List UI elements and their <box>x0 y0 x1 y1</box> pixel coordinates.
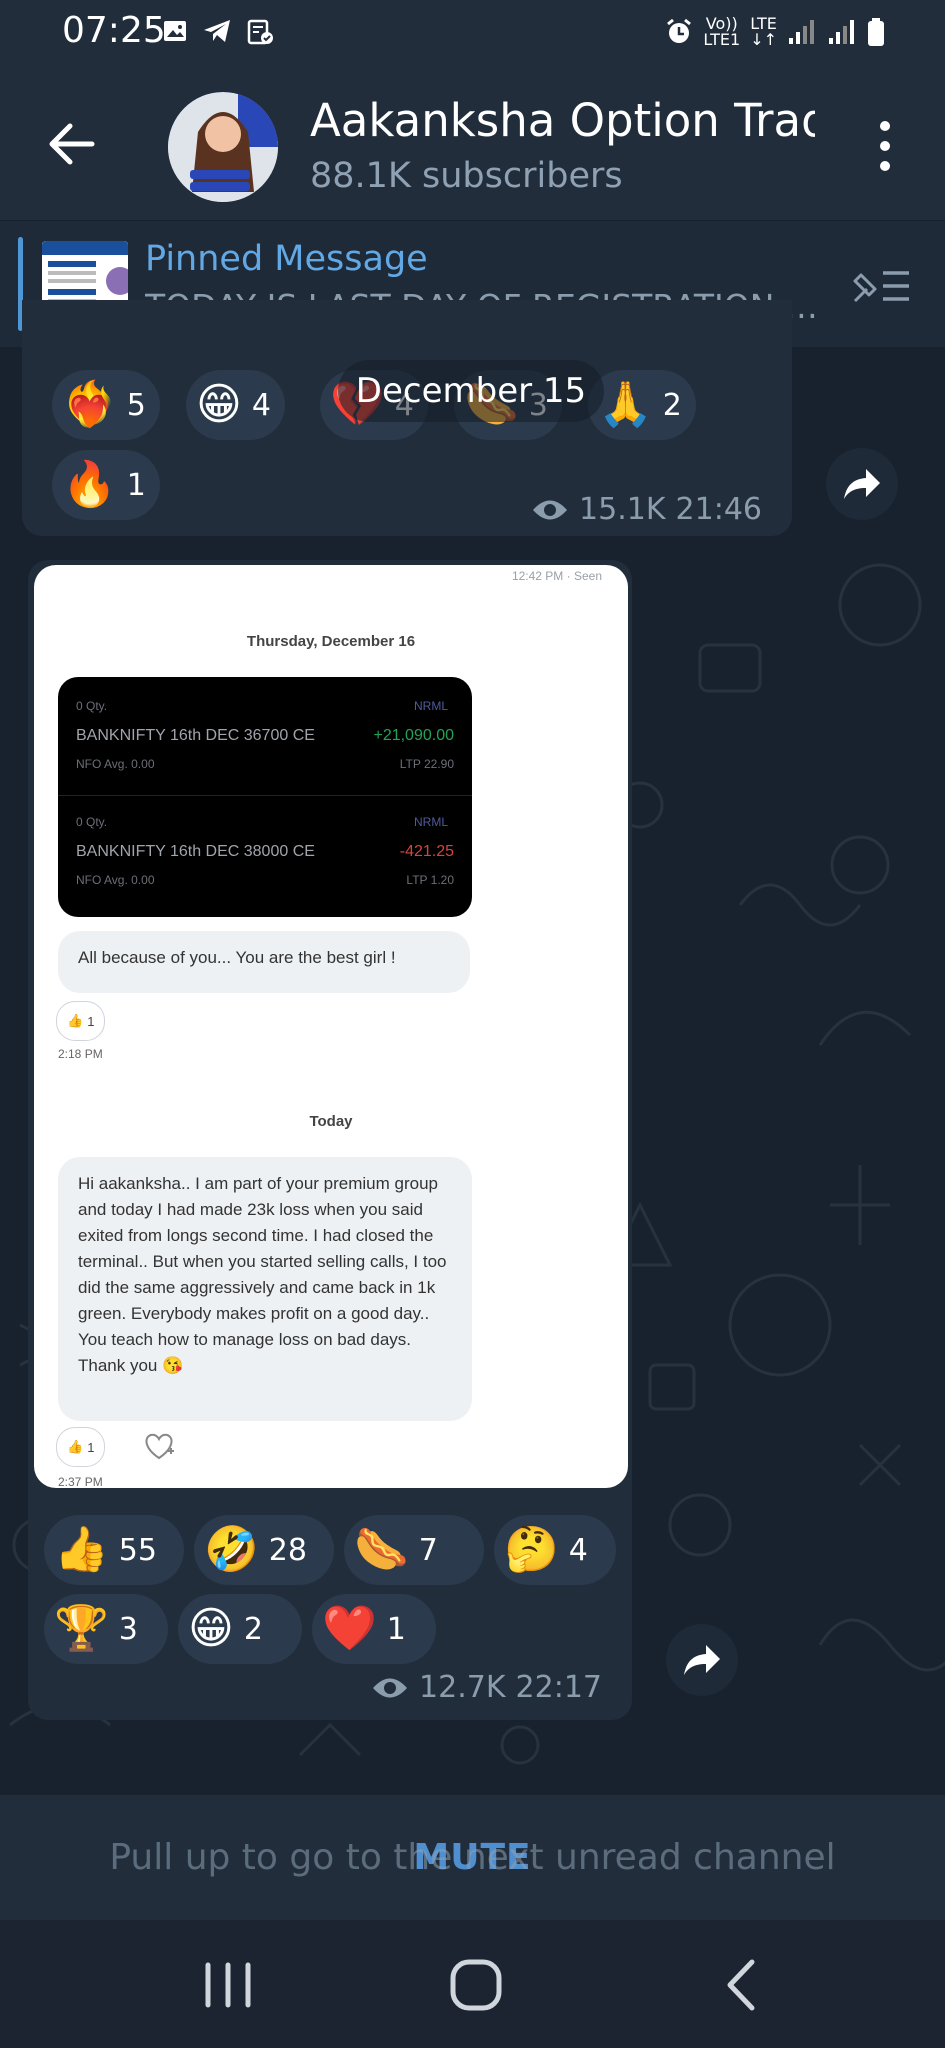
battery-icon <box>868 18 884 46</box>
recent-apps-icon[interactable] <box>188 1950 268 2020</box>
signal-icon-1 <box>789 20 814 44</box>
shot-time: 2:18 PM <box>58 1047 103 1061</box>
home-icon[interactable] <box>436 1950 516 2020</box>
positions-card: 0 Qty. BANKNIFTY 16th DEC 36700 CE NFO A… <box>58 677 472 917</box>
share-button[interactable] <box>826 448 898 520</box>
shot-time: 2:37 PM <box>58 1475 103 1488</box>
fire-heart-emoji: ❤️‍🔥 <box>62 379 117 430</box>
reaction-chip[interactable]: ❤️‍🔥 5 <box>52 370 160 440</box>
thinking-emoji: 🤔 <box>504 1524 559 1575</box>
reaction-chip[interactable]: 🙏 2 <box>588 370 696 440</box>
pray-emoji: 🙏 <box>598 379 653 430</box>
shot-like-chip: 👍 1 <box>56 1427 106 1467</box>
floating-date: December 15 <box>338 360 604 422</box>
views-eye-icon <box>373 1678 408 1697</box>
thumbs-up-emoji: 👍 <box>54 1524 109 1575</box>
channel-avatar[interactable] <box>168 92 278 202</box>
message-meta: 12.7K 22:17 <box>371 1670 602 1705</box>
channel-title[interactable]: Aakanksha Option Tradi <box>310 94 815 147</box>
message-time: 21:46 <box>675 492 762 527</box>
grin-emoji: 😁 <box>196 379 242 430</box>
shot-day-label: Thursday, December 16 <box>246 633 416 650</box>
reaction-chip[interactable]: 😁 4 <box>186 370 285 440</box>
alarm-icon <box>667 18 692 43</box>
shot-day-label: Today <box>309 1113 353 1130</box>
trophy-emoji: 🏆 <box>54 1603 109 1654</box>
rofl-emoji: 🤣 <box>204 1524 259 1575</box>
red-heart-emoji: ❤️ <box>322 1603 377 1654</box>
message-time: 22:17 <box>515 1670 602 1705</box>
view-count: 12.7K <box>419 1670 506 1705</box>
notes-check-icon <box>247 19 273 45</box>
bottom-bar: MUTE Pull up to go to the next unread ch… <box>0 1795 945 1920</box>
reaction-chip[interactable]: 🔥 1 <box>52 450 160 520</box>
views-eye-icon <box>533 500 568 519</box>
telegram-icon <box>204 20 230 42</box>
share-arrow-icon <box>684 1645 720 1675</box>
reaction-chip[interactable]: 🤣 28 <box>194 1515 334 1585</box>
shot-like-chip: 👍 1 <box>56 1001 106 1041</box>
thumbs-up-emoji: 👍 <box>67 1013 84 1028</box>
lte-indicator: LTE ↓↑ <box>750 14 777 49</box>
pinned-list-icon[interactable] <box>847 261 913 311</box>
message-meta: 15.1K 21:46 <box>531 492 762 527</box>
view-count: 15.1K <box>579 492 666 527</box>
shot-message: All because of you... You are the best g… <box>58 931 470 993</box>
status-bar: 07:25 Vo)) LTE1 LTE ↓↑ <box>0 0 945 72</box>
back-arrow-icon[interactable] <box>44 116 100 172</box>
reaction-chip[interactable]: 👍 55 <box>44 1515 184 1585</box>
status-time: 07:25 <box>62 10 166 51</box>
share-arrow-icon <box>844 469 880 499</box>
subscriber-count: 88.1K subscribers <box>310 156 623 196</box>
gallery-icon <box>164 21 186 41</box>
position-row: 0 Qty. BANKNIFTY 16th DEC 38000 CE NFO A… <box>76 815 454 887</box>
fire-emoji: 🔥 <box>62 459 117 510</box>
position-row: 0 Qty. BANKNIFTY 16th DEC 36700 CE NFO A… <box>76 699 454 771</box>
chat-header: Aakanksha Option Tradi 88.1K subscribers <box>0 72 945 220</box>
reaction-chip[interactable]: 😁 2 <box>178 1594 302 1664</box>
reaction-chip[interactable]: ❤️ 1 <box>312 1594 436 1664</box>
shot-seen-time: 12:42 PM · Seen <box>511 569 602 583</box>
back-nav-icon[interactable] <box>702 1950 782 2020</box>
pull-up-hint: Pull up to go to the next unread channel <box>109 1837 836 1878</box>
more-vert-icon[interactable] <box>867 116 903 176</box>
reaction-chip[interactable]: 🌭 7 <box>344 1515 484 1585</box>
thumbs-up-emoji: 👍 <box>67 1439 84 1454</box>
grin-emoji: 😁 <box>188 1603 234 1654</box>
heart-add-icon <box>145 1433 174 1460</box>
share-button[interactable] <box>666 1624 738 1696</box>
pinned-label: Pinned Message <box>145 239 428 279</box>
reaction-chip[interactable]: 🏆 3 <box>44 1594 168 1664</box>
volte-indicator: Vo)) LTE1 <box>703 14 741 49</box>
hotdog-emoji: 🌭 <box>354 1524 409 1575</box>
reaction-chip[interactable]: 🤔 4 <box>494 1515 616 1585</box>
signal-icon-2 <box>829 20 854 44</box>
shot-message: Hi aakanksha.. I am part of your premium… <box>58 1157 472 1421</box>
system-nav-bar <box>0 1920 945 2048</box>
screenshot-image[interactable]: 12:42 PM · Seen Thursday, December 16 0 … <box>34 565 628 1488</box>
